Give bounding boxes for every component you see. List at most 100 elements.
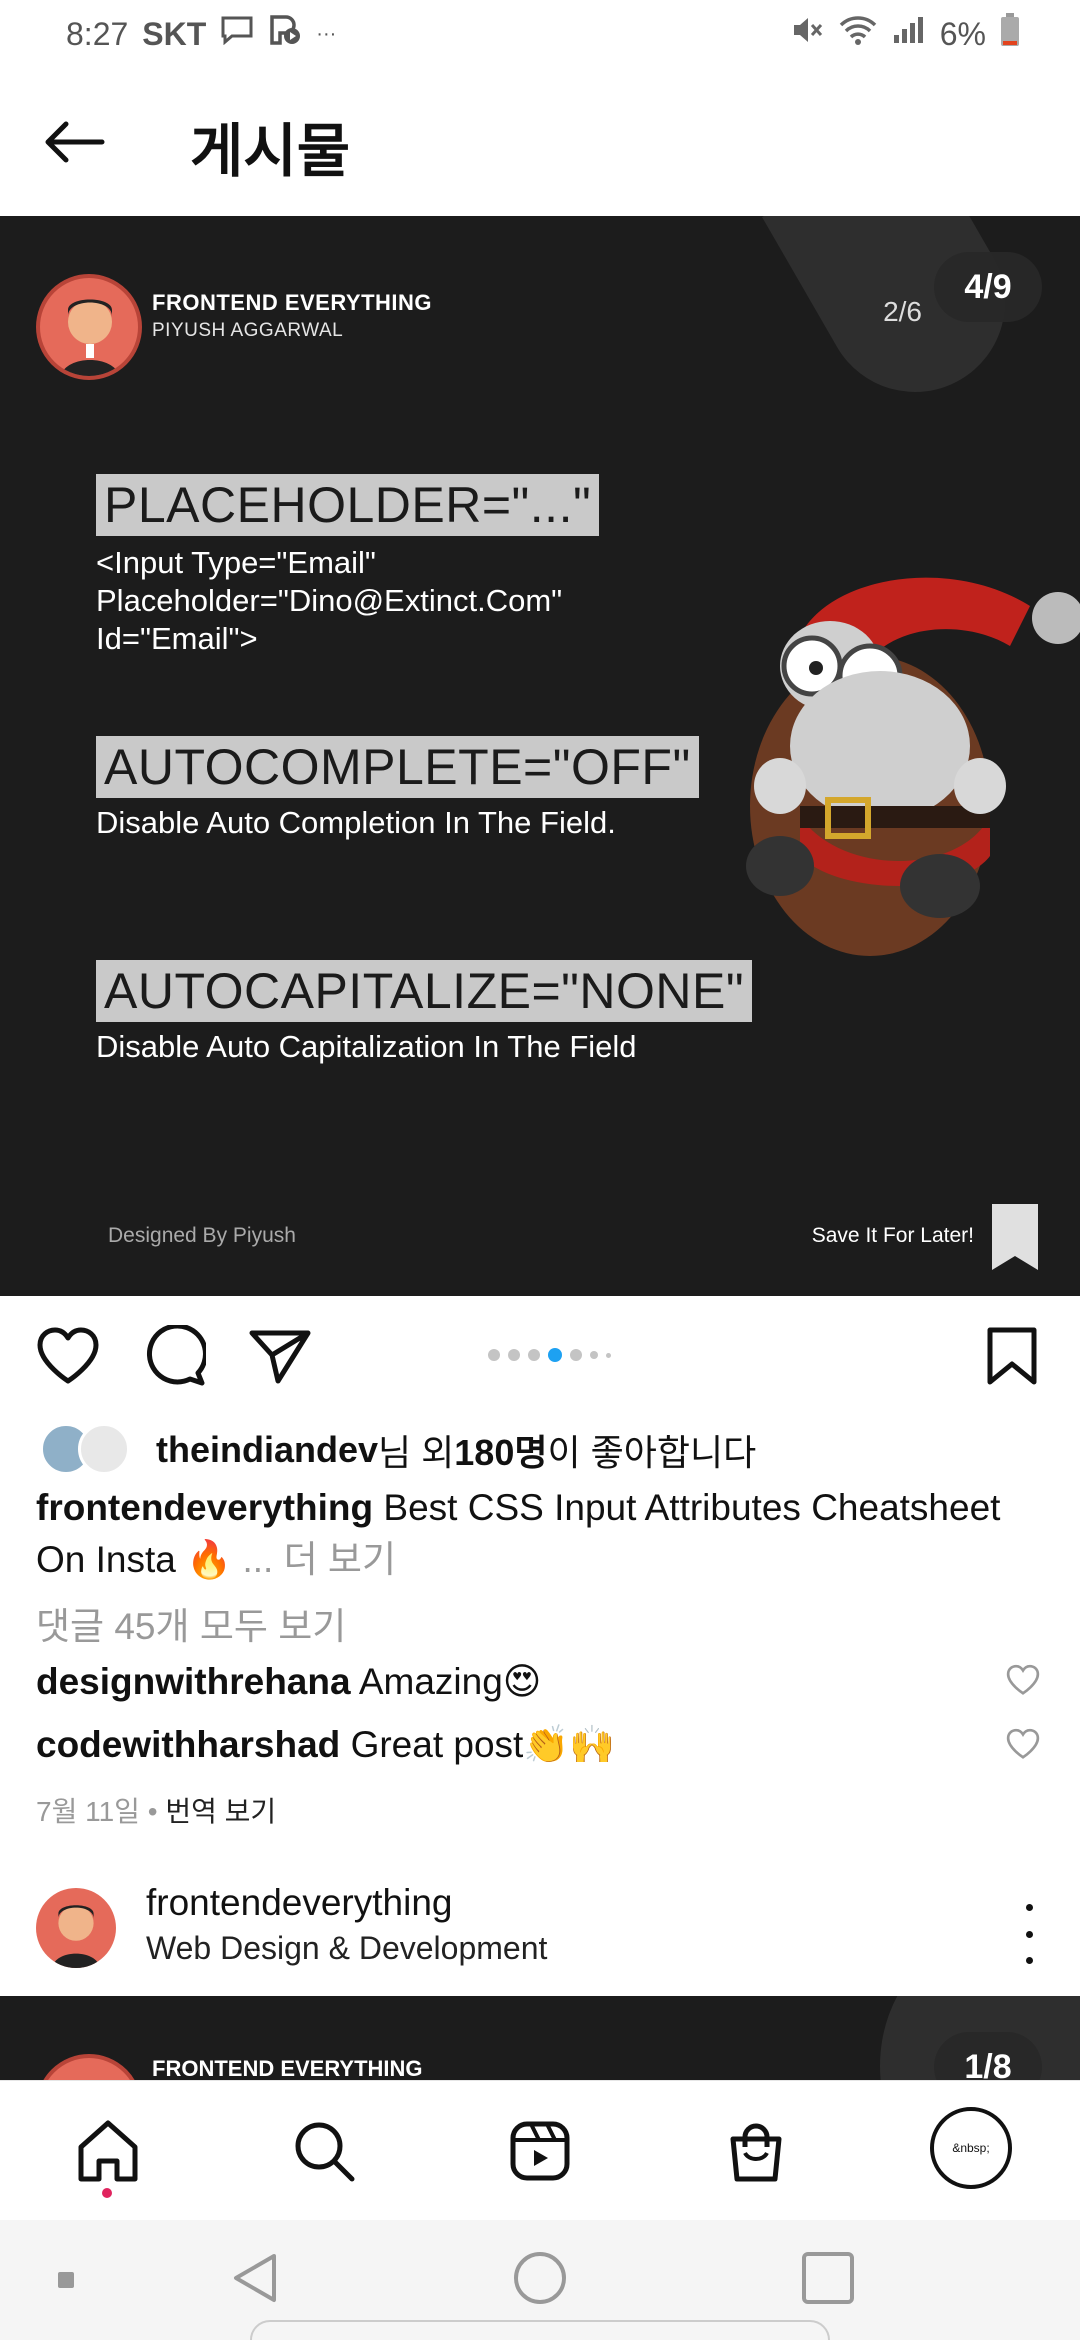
wifi-icon (838, 14, 878, 54)
save-later-text: Save It For Later! (811, 1224, 974, 1247)
next-post-subtitle: Web Design & Development (146, 1930, 548, 1966)
heart-icon (1006, 1728, 1040, 1759)
next-carousel-counter: 1/8 (934, 2032, 1042, 2080)
heart-icon (37, 1327, 99, 1384)
comment-item: designwithrehana Amazing😍 (36, 1660, 541, 1703)
comment-username[interactable]: codewithharshad (36, 1724, 340, 1765)
bookmark-decoration-icon (990, 1202, 1040, 1272)
carousel-dot-active (548, 1348, 562, 1362)
post-date: 7월 11일 • 번역 보기 (36, 1790, 276, 1830)
carousel-dot (606, 1352, 611, 1358)
comment-text: Great post👏🙌 (350, 1724, 616, 1765)
attribute-tag: AUTOCAPITALIZE="NONE" (96, 960, 753, 1022)
nav-reels[interactable] (500, 2111, 580, 2191)
more-options-button[interactable] (1014, 1904, 1044, 1964)
send-icon (249, 1330, 311, 1384)
see-more-link[interactable]: ... 더 보기 (242, 1539, 396, 1580)
page-title: 게시물 (190, 119, 351, 184)
save-button[interactable] (976, 1322, 1048, 1390)
sys-home-button[interactable] (512, 2250, 568, 2311)
post-caption: frontendeverything Best CSS Input Attrib… (36, 1482, 1056, 1586)
recents-square-icon (802, 2252, 854, 2304)
likes-text: 이 좋아합니다 (547, 1432, 757, 1473)
status-carrier: SKT (142, 15, 207, 52)
santa-illustration (740, 556, 1080, 976)
back-arrow-icon (45, 121, 105, 163)
carousel-dot (590, 1351, 598, 1359)
carousel-dot (570, 1349, 582, 1361)
comment-like-button[interactable] (1006, 1664, 1040, 1696)
likes-count[interactable]: 180명 (454, 1424, 547, 1476)
dot-icon (1025, 1904, 1033, 1911)
carousel-dot (508, 1349, 520, 1361)
next-post-username[interactable]: frontendeverything (146, 1882, 452, 1924)
gesture-pill (250, 2320, 830, 2340)
system-navigation-bar (0, 2220, 1080, 2340)
like-button[interactable] (32, 1322, 104, 1390)
next-author-avatar (36, 2054, 142, 2080)
dot-icon (1025, 1957, 1033, 1964)
liker-avatars (40, 1423, 148, 1477)
status-more: ··· (316, 22, 337, 45)
reels-icon (510, 2121, 570, 2181)
back-button[interactable] (36, 112, 112, 172)
comment-username[interactable]: designwithrehana (36, 1661, 351, 1702)
next-post-image[interactable]: FRONTEND EVERYTHING 1/8 (0, 1996, 1080, 2080)
carousel-counter: 4/9 (934, 252, 1042, 322)
carousel-dot (488, 1349, 500, 1361)
nav-profile[interactable]: &nbsp; (930, 2107, 1012, 2189)
nav-search[interactable] (284, 2111, 364, 2191)
attribute-tag: PLACEHOLDER="..." (96, 474, 600, 536)
status-left: 8:27 SKT ··· (66, 14, 336, 54)
bottom-navigation: &nbsp; (0, 2080, 1080, 2220)
share-button[interactable] (244, 1322, 316, 1390)
author-avatar (36, 274, 142, 380)
liker-avatar (78, 1423, 130, 1475)
status-bar: 8:27 SKT ··· 6% (0, 0, 1080, 68)
post-actions (0, 1296, 1080, 1414)
status-time: 8:27 (66, 15, 129, 52)
app-screen: 8:27 SKT ··· 6% 게시물 4/9 2/6 FRONTEND EVE… (0, 0, 1080, 2340)
attribute-tag: AUTOCOMPLETE="OFF" (96, 736, 699, 798)
comment-icon (146, 1325, 206, 1386)
sys-back-button[interactable] (228, 2250, 284, 2311)
next-post-avatar[interactable] (36, 1888, 116, 1968)
play-store-icon (268, 14, 302, 54)
likes-text: 님 외 (378, 1432, 455, 1473)
attribute-description: Disable Auto Completion In The Field. (96, 805, 616, 840)
heart-icon (1006, 1664, 1040, 1695)
next-author-name: FRONTEND EVERYTHING (152, 2056, 423, 2080)
view-all-comments[interactable]: 댓글 45개 모두 보기 (36, 1596, 346, 1650)
date-separator: • (139, 1796, 166, 1827)
nav-home[interactable] (68, 2111, 148, 2191)
see-translation-link[interactable]: 번역 보기 (165, 1796, 276, 1827)
comment-text: Amazing😍 (358, 1661, 542, 1702)
carousel-dots (488, 1348, 611, 1362)
battery-icon (1000, 13, 1020, 55)
next-post-header: frontendeverything Web Design & Developm… (0, 1870, 1080, 1996)
author-subtitle: PIYUSH AGGARWAL (152, 320, 344, 341)
sys-recents-button[interactable] (800, 2250, 856, 2311)
carousel-dot (528, 1349, 540, 1361)
designed-by: Designed By Piyush (108, 1224, 296, 1247)
bookmark-icon (987, 1327, 1037, 1385)
dot-icon (1025, 1930, 1033, 1938)
nav-shop[interactable] (716, 2111, 796, 2191)
shopping-bag-icon (730, 2123, 782, 2182)
attribute-description: <Input Type="Email" Placeholder="Dino@Ex… (96, 545, 563, 656)
mute-icon (790, 14, 824, 54)
notification-dot (102, 2188, 112, 2198)
likes-row[interactable]: theindiandev 님 외 180명 이 좋아합니다 (40, 1420, 756, 1480)
comment-item: codewithharshad Great post👏🙌 (36, 1724, 615, 1767)
comment-button[interactable] (138, 1322, 210, 1390)
post-image[interactable]: 4/9 2/6 FRONTEND EVERYTHING PIYUSH AGGAR… (0, 216, 1080, 1296)
status-right: 6% (790, 13, 1020, 55)
caption-username[interactable]: frontendeverything (36, 1487, 373, 1528)
slide-page-number: 2/6 (883, 296, 922, 327)
comment-like-button[interactable] (1006, 1728, 1040, 1760)
battery-percent: 6% (939, 15, 986, 52)
sys-menu-icon[interactable] (58, 2272, 74, 2288)
author-name: FRONTEND EVERYTHING (152, 290, 433, 315)
liker-username[interactable]: theindiandev (156, 1429, 378, 1471)
app-header: 게시물 (0, 68, 1080, 216)
